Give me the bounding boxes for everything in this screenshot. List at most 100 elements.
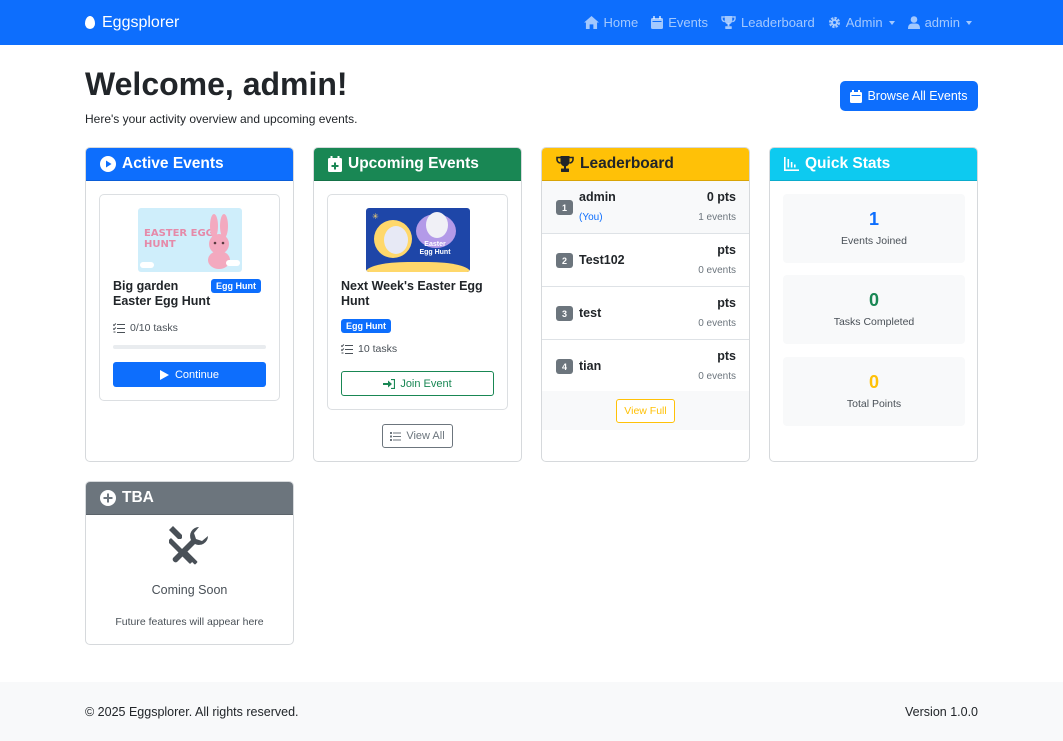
tools-icon [169,526,208,565]
view-all-button[interactable]: View All [382,424,453,448]
continue-button[interactable]: Continue [113,362,266,387]
active-events-header: Active Events [86,148,293,181]
leaderboard-row[interactable]: 1 admin (You) 0 pts 1 events [542,181,749,234]
rank-badge: 2 [556,253,573,268]
list-icon [390,431,402,441]
player-events: 0 events [698,371,736,382]
leaderboard-header: Leaderboard [542,148,749,181]
nav-user-label: admin [924,15,960,30]
tba-title: TBA [122,489,154,506]
home-icon [583,16,599,29]
brand-link[interactable]: Eggsplorer [85,0,179,45]
player-name: test [579,306,602,320]
view-all-label: View All [406,430,445,442]
nav-user-dropdown[interactable]: admin [907,15,972,30]
player-events: 1 events [698,212,736,223]
nav-admin-label: Admin [845,15,883,30]
event-image-text: Easter Egg Hunt [419,241,451,256]
leaderboard-card: Leaderboard 1 admin (You) 0 pts 1 events… [541,147,750,462]
browse-all-events-button[interactable]: Browse All Events [840,81,978,111]
nav-events[interactable]: Events [651,15,708,30]
upcoming-event-tasks: 10 tasks [341,343,397,355]
active-events-card: Active Events EASTER EGG HUNT Big garden… [85,147,294,462]
browse-all-events-label: Browse All Events [867,89,968,103]
nav-leaderboard-label: Leaderboard [740,15,815,30]
stat-label: Total Points [846,398,902,410]
leaderboard-row[interactable]: 2 Test102 pts 0 events [542,234,749,287]
nav-home-label: Home [603,15,639,30]
active-event-tasks: 0/10 tasks [113,322,178,334]
stat-label: Tasks Completed [833,316,915,328]
stat-value: 0 [868,290,879,310]
calendar-icon [850,89,863,103]
view-full-button[interactable]: View Full [616,399,675,423]
leaderboard-row[interactable]: 4 tian pts 0 events [542,340,749,393]
version-text: Version 1.0.0 [905,705,978,719]
player-name: admin [579,190,616,204]
task-progress-bar [113,345,266,349]
player-points: pts [717,296,736,310]
gear-icon [828,16,840,29]
play-circle-icon [100,156,116,172]
active-events-title: Active Events [122,155,224,172]
sign-in-icon [383,378,396,389]
player-name: Test102 [579,253,625,267]
quick-stats-title: Quick Stats [805,155,891,172]
navbar: Eggsplorer Home Events Leaderboard Admin… [0,0,1063,45]
active-event-name[interactable]: Big garden Easter Egg Hunt [113,279,213,309]
you-label: (You) [579,212,603,223]
rank-badge: 4 [556,359,573,374]
rank-badge: 3 [556,306,573,321]
chevron-down-icon [966,20,972,25]
stat-total-points: 0 Total Points [783,357,965,426]
page-subtitle: Here's your activity overview and upcomi… [85,112,358,126]
leaderboard-footer: View Full [542,391,749,430]
coming-soon-heading: Coming Soon [151,583,228,597]
easter-egg-hunt-image[interactable]: Easter Egg Hunt ✳ [366,208,470,272]
play-icon [159,369,169,380]
active-event-card: EASTER EGG HUNT Big garden Easter Egg Hu… [99,194,280,401]
calendar-plus-icon [328,156,342,172]
nav-home[interactable]: Home [583,15,639,30]
player-points: 0 pts [706,190,736,204]
nav-admin-dropdown[interactable]: Admin [828,15,895,30]
nav-links: Home Events Leaderboard Admin admin [571,0,972,45]
stat-events-joined: 1 Events Joined [783,194,965,263]
coming-soon-subtext: Future features will appear here [115,616,264,628]
trophy-icon [721,16,736,29]
copyright-text: © 2025 Eggsplorer. All rights reserved. [85,705,299,719]
upcoming-event-tasks-label: 10 tasks [358,343,398,355]
egg-icon [85,16,95,29]
quick-stats-card: Quick Stats 1 Events Joined 0 Tasks Comp… [769,147,978,462]
stat-tasks-completed: 0 Tasks Completed [783,275,965,344]
upcoming-events-header: Upcoming Events [314,148,521,181]
stat-label: Events Joined [841,235,907,247]
join-event-label: Join Event [400,377,452,390]
leaderboard-row[interactable]: 3 test pts 0 events [542,287,749,340]
brand-name: Eggsplorer [102,13,180,31]
rank-badge: 1 [556,200,573,215]
nav-leaderboard[interactable]: Leaderboard [721,15,815,30]
join-event-button[interactable]: Join Event [341,371,494,396]
tba-card: TBA Coming Soon Future features will app… [85,481,294,645]
easter-egg-hunt-image[interactable]: EASTER EGG HUNT [138,208,242,272]
player-events: 0 events [698,265,736,276]
player-points: pts [717,349,736,363]
stat-value: 1 [868,209,879,229]
trophy-icon [556,156,574,172]
upcoming-event-name[interactable]: Next Week's Easter Egg Hunt [341,279,491,309]
quick-stats-header: Quick Stats [770,148,977,181]
upcoming-events-card: Upcoming Events Easter Egg Hunt ✳ Next W… [313,147,522,462]
event-type-badge: Egg Hunt [211,279,261,293]
list-check-icon [341,344,353,354]
footer: © 2025 Eggsplorer. All rights reserved. … [0,682,1063,741]
page-title: Welcome, admin! [85,66,348,102]
list-check-icon [113,323,125,333]
event-type-badge: Egg Hunt [341,319,391,333]
chart-icon [784,157,799,171]
player-events: 0 events [698,318,736,329]
nav-events-label: Events [668,15,708,30]
calendar-icon [651,16,664,29]
stat-value: 0 [868,372,879,392]
leaderboard-title: Leaderboard [580,155,674,172]
